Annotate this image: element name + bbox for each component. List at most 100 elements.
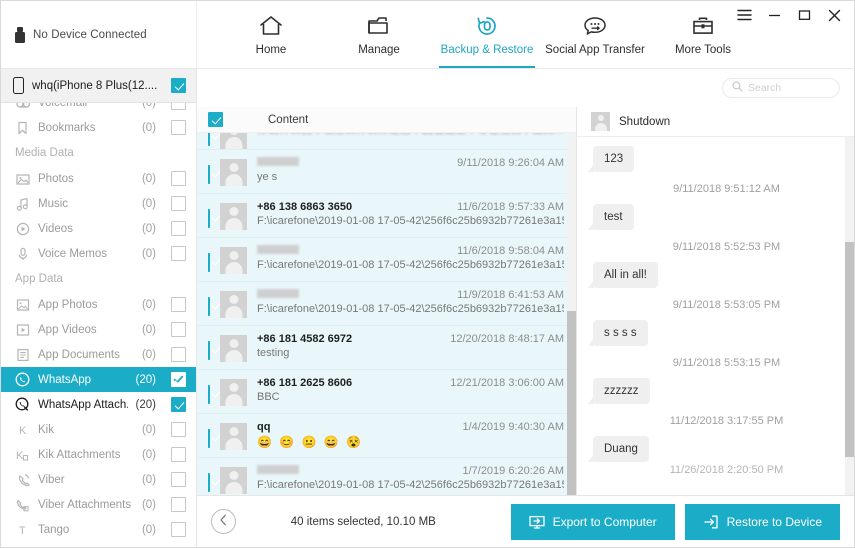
sidebar-item-viber[interactable]: Viber (0) [1, 467, 196, 492]
sidebar-item-checkbox[interactable] [171, 397, 186, 412]
chat-timestamp: 11/26/2018 2:20:50 PM [669, 464, 784, 476]
nav-item-backup-restore[interactable]: Backup & Restore [433, 1, 541, 68]
nav-item-manage[interactable]: Manage [325, 1, 433, 68]
maximize-icon[interactable] [796, 7, 812, 23]
message-rows: 你说什么我不取怎么什么你是这个因看这是个等让他说不出口... 9/11/2018 [197, 133, 576, 495]
message-row[interactable]: +86 181 4582 6972 12/20/2018 8:48:17 AM … [197, 326, 576, 370]
message-row[interactable]: 9/11/2018 9:26:04 AM ye s [197, 150, 576, 194]
restore-circle-icon [475, 13, 499, 39]
phone-icon [13, 77, 24, 94]
device-checkbox[interactable] [171, 78, 186, 93]
sidebar-item-kik[interactable]: K Kik (0) [1, 417, 196, 442]
sidebar-item-checkbox[interactable] [171, 522, 186, 537]
chat-header: Shutdown [577, 107, 854, 137]
minimize-icon[interactable] [766, 7, 782, 23]
sidebar-item-label: WhatsApp Attach... [38, 398, 128, 411]
sidebar-item-label: App Videos [38, 323, 97, 336]
sidebar-item-voice-memos[interactable]: Voice Memos (0) [1, 241, 196, 266]
row-checkbox[interactable] [208, 133, 210, 146]
sidebar-item-tango[interactable]: T Tango (0) [1, 517, 196, 542]
sidebar-item-checkbox[interactable] [171, 171, 186, 186]
export-to-computer-button[interactable]: Export to Computer [510, 503, 675, 540]
nav-item-social-app-transfer[interactable]: Social App Transfer [541, 1, 649, 68]
message-time: 11/9/2018 6:41:53 AM [457, 289, 564, 301]
sidebar-item-checkbox[interactable] [171, 103, 186, 110]
row-checkbox[interactable] [208, 473, 210, 492]
sidebar-item-videos[interactable]: Videos (0) [1, 216, 196, 241]
svg-text:T: T [19, 525, 26, 537]
scrollbar-thumb[interactable] [567, 311, 576, 495]
message-row[interactable]: 1/7/2019 6:20:26 AM F:\icarefone\2019-01… [197, 458, 576, 495]
chat-timestamp: 9/11/2018 5:53:15 PM [672, 357, 781, 369]
sidebar-item-music[interactable]: Music (0) [1, 191, 196, 216]
nav-label-manage: Manage [358, 44, 400, 56]
sidebar-item-app-documents[interactable]: App Documents (0) [1, 342, 196, 367]
sidebar-item-photos[interactable]: Photos (0) [1, 166, 196, 191]
message-row[interactable]: +86 181 2625 8606 12/21/2018 3:06:00 AM … [197, 370, 576, 414]
sidebar-item-whatsapp-attachments[interactable]: WhatsApp Attach... (20) [1, 392, 196, 417]
restore-to-device-label: Restore to Device [726, 514, 822, 529]
chat-scroll[interactable]: 123 9/11/2018 9:51:12 AM test 9/11/2018 … [577, 137, 854, 495]
sidebar-item-kik-attachments[interactable]: K Kik Attachments (0) [1, 442, 196, 467]
sidebar-item-checkbox[interactable] [171, 297, 186, 312]
main-body: whq(iPhone 8 Plus(12.... Voicemail (0) [1, 69, 854, 547]
restore-to-device-button[interactable]: Restore to Device [684, 503, 840, 540]
sidebar-item-bookmarks[interactable]: Bookmarks (0) [1, 115, 196, 140]
row-checkbox[interactable] [208, 209, 210, 228]
row-checkbox[interactable] [208, 429, 210, 448]
select-all-checkbox[interactable] [208, 112, 223, 127]
sidebar-item-count: (0) [141, 523, 156, 536]
sidebar-item-checkbox[interactable] [171, 472, 186, 487]
message-sender [257, 465, 299, 474]
sidebar-item-checkbox[interactable] [171, 221, 186, 236]
search-input[interactable] [748, 82, 830, 94]
chat-timestamp: 9/11/2018 5:53:05 PM [672, 299, 781, 311]
sidebar-item-label: Voice Memos [38, 247, 108, 260]
nav-item-home[interactable]: Home [217, 1, 325, 68]
avatar [220, 335, 247, 362]
row-checkbox[interactable] [208, 297, 210, 316]
sidebar-item-checkbox[interactable] [171, 196, 186, 211]
message-row[interactable]: 11/9/2018 6:41:53 AM F:\icarefone\2019-0… [197, 282, 576, 326]
close-icon[interactable] [826, 7, 842, 23]
message-row[interactable]: qq 1/4/2019 9:40:30 AM 😄 😊 😐 😄 😵 [197, 414, 576, 458]
sidebar-item-checkbox[interactable] [171, 246, 186, 261]
kik-icon: K [15, 422, 30, 437]
sidebar-item-checkbox[interactable] [171, 322, 186, 337]
whatsapp-icon [15, 372, 30, 387]
message-row-clipped[interactable]: 你说什么我不取怎么什么你是这个因看这是个等让他说不出口... [197, 133, 576, 150]
sidebar-item-app-photos[interactable]: App Photos (0) [1, 292, 196, 317]
sidebar-item-count: (0) [141, 323, 156, 336]
app-video-icon [15, 322, 30, 337]
sidebar-section-app-data: App Data [15, 273, 63, 285]
row-checkbox[interactable] [208, 165, 210, 184]
search-box[interactable] [722, 78, 840, 98]
row-checkbox[interactable] [208, 253, 210, 272]
sidebar-device-row[interactable]: whq(iPhone 8 Plus(12.... [1, 69, 196, 103]
row-checkbox[interactable] [208, 385, 210, 404]
sidebar-item-checkbox[interactable] [171, 422, 186, 437]
scrollbar-thumb[interactable] [845, 242, 854, 457]
sidebar-item-whatsapp[interactable]: WhatsApp (20) [1, 367, 196, 392]
row-checkbox[interactable] [208, 341, 210, 360]
message-list-scrollbar[interactable] [567, 133, 576, 495]
sidebar-item-count: (0) [141, 172, 156, 185]
sidebar-item-viber-attachments[interactable]: Viber Attachments (0) [1, 492, 196, 517]
message-row[interactable]: +86 138 6863 3650 11/6/2018 9:57:33 AM F… [197, 194, 576, 238]
sidebar-clipped-item-voicemail[interactable]: Voicemail (0) [1, 103, 196, 115]
message-list-scroll[interactable]: 你说什么我不取怎么什么你是这个因看这是个等让他说不出口... 9/11/2018 [197, 133, 576, 495]
sidebar-item-checkbox[interactable] [171, 497, 186, 512]
message-row[interactable]: 11/6/2018 9:58:04 AM F:\icarefone\2019-0… [197, 238, 576, 282]
sidebar-item-checkbox[interactable] [171, 447, 186, 462]
sidebar-item-checkbox[interactable] [171, 347, 186, 362]
sidebar-item-app-videos[interactable]: App Videos (0) [1, 317, 196, 342]
sidebar-item-label: Bookmarks [38, 121, 96, 134]
sidebar-item-checkbox[interactable] [171, 372, 186, 387]
sidebar-scroll-area[interactable]: Voicemail (0) Bookmarks (0) Media Data [1, 103, 196, 547]
folder-icon [366, 13, 392, 39]
menu-icon[interactable] [736, 7, 752, 23]
sidebar-item-count: (0) [141, 423, 156, 436]
chat-scrollbar[interactable] [845, 137, 854, 495]
back-button[interactable] [211, 509, 236, 534]
sidebar-item-checkbox[interactable] [171, 120, 186, 135]
